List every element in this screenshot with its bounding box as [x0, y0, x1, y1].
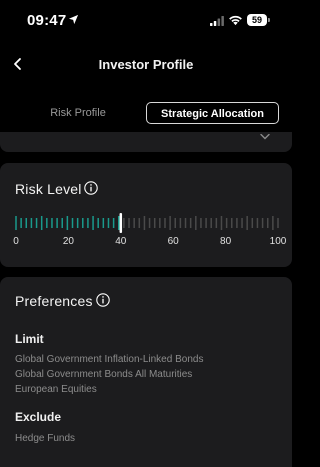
- slider-tick: [236, 218, 238, 228]
- limit-label: Limit: [15, 332, 44, 346]
- slider-tick: [153, 218, 156, 228]
- status-bar: 09:47 59: [0, 0, 292, 44]
- tab-risk-profile[interactable]: Risk Profile: [22, 102, 134, 124]
- slider-tick: [241, 218, 243, 228]
- slider-tick: [179, 218, 182, 228]
- tick-label: 20: [62, 236, 74, 247]
- risk-level-title: Risk Level: [15, 181, 82, 197]
- info-icon[interactable]: [96, 293, 110, 307]
- slider-tick: [210, 218, 212, 228]
- tick-label: 100: [269, 236, 287, 247]
- slider-tick: [277, 218, 279, 228]
- battery-cap: [268, 18, 270, 22]
- preferences-title: Preferences: [15, 293, 93, 309]
- slider-tick: [169, 216, 171, 230]
- slider-tick: [40, 216, 43, 230]
- slider-tick: [30, 218, 33, 228]
- chevron-down-icon[interactable]: [260, 134, 270, 140]
- exclude-item: Hedge Funds: [15, 433, 76, 444]
- slider-tick: [148, 218, 151, 228]
- slider-tick: [102, 218, 105, 228]
- slider-tick: [92, 216, 94, 230]
- slider-tick: [256, 218, 259, 228]
- signal-icon: [210, 16, 224, 26]
- tick-label: 40: [115, 236, 127, 247]
- slider-tick: [56, 218, 58, 228]
- info-icon[interactable]: [84, 181, 98, 195]
- slider-tick: [200, 218, 202, 228]
- tick-label: 80: [220, 236, 232, 247]
- slider-tick: [159, 218, 161, 228]
- slider-tick: [20, 218, 22, 228]
- slider-tick: [261, 218, 264, 228]
- slider-tick: [128, 218, 130, 228]
- limit-item: European Equities: [15, 384, 97, 395]
- slider-tick: [112, 218, 115, 228]
- tab-strategic-allocation[interactable]: Strategic Allocation: [146, 102, 279, 124]
- limit-item: Global Government Inflation-Linked Bonds: [15, 354, 204, 365]
- slider-tick: [87, 218, 89, 228]
- slider-tick: [133, 218, 135, 228]
- wifi-icon: [229, 15, 242, 26]
- slider-tick: [195, 216, 197, 230]
- slider-tick: [272, 216, 274, 230]
- battery-icon: 59: [247, 14, 267, 26]
- slider-tick: [76, 218, 79, 228]
- slider-tick: [225, 218, 228, 228]
- slider-tick: [266, 218, 269, 228]
- slider-tick: [138, 218, 141, 228]
- slider-tick: [189, 218, 192, 228]
- slider-tick: [97, 218, 99, 228]
- slider-tick: [51, 218, 53, 228]
- page-title: Investor Profile: [98, 57, 194, 72]
- slider-tick: [46, 218, 48, 228]
- exclude-label: Exclude: [15, 410, 62, 424]
- slider-tick: [143, 216, 146, 230]
- slider-tick: [215, 218, 218, 228]
- slider-tick: [15, 216, 17, 230]
- slider-tick: [184, 218, 187, 228]
- slider-tick: [35, 218, 38, 228]
- slider-tick: [61, 218, 63, 228]
- slider-tick: [25, 218, 28, 228]
- slider-tick: [107, 218, 110, 228]
- status-time: 09:47: [27, 12, 67, 29]
- slider-tick: [123, 218, 125, 228]
- slider-tick: [118, 216, 120, 230]
- tick-label: 60: [167, 236, 179, 247]
- tick-label: 0: [13, 236, 19, 247]
- limit-item: Global Government Bonds All Maturities: [15, 369, 193, 380]
- slider-handle[interactable]: [119, 213, 123, 233]
- slider-tick: [71, 218, 74, 228]
- location-arrow-icon: [68, 14, 79, 25]
- slider-tick: [246, 216, 248, 230]
- slider-tick: [164, 218, 166, 228]
- risk-level-slider[interactable]: [14, 212, 280, 234]
- slider-tick: [251, 218, 254, 228]
- slider-tick: [220, 216, 223, 230]
- slider-tick: [205, 218, 207, 228]
- slider-tick: [231, 218, 233, 228]
- slider-tick: [82, 218, 84, 228]
- collapsed-card: [0, 132, 292, 152]
- slider-tick: [66, 216, 69, 230]
- slider-tick: [174, 218, 176, 228]
